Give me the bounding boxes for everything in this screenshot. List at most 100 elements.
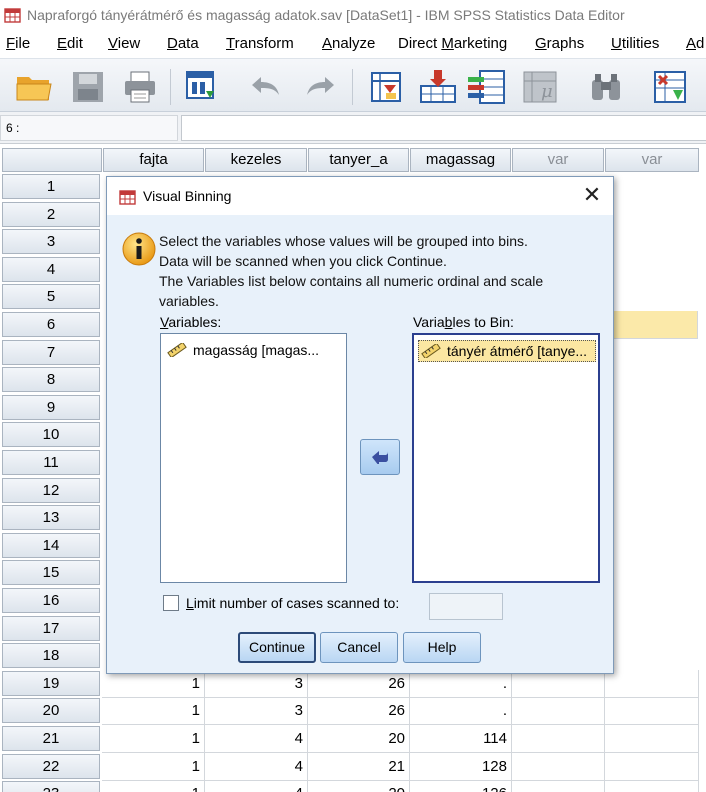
menu-file[interactable]: File [6,35,30,52]
row-header[interactable]: 11 [2,450,100,475]
cell-value-input[interactable] [181,115,706,141]
table-cell[interactable] [512,697,605,726]
selected-cell[interactable] [614,311,698,339]
run-descriptives-icon[interactable]: μ [520,67,560,107]
row-header[interactable]: 9 [2,394,100,420]
table-cell[interactable] [512,725,605,753]
close-icon[interactable]: ✕ [577,181,607,211]
table-cell[interactable]: 114 [410,725,512,753]
list-item[interactable]: tányér átmérő [tanye... [418,340,596,362]
row-header[interactable]: 20 [2,698,100,724]
list-item[interactable]: magasság [magas... [165,339,319,361]
move-variable-button[interactable] [360,439,400,475]
row-header[interactable]: 17 [2,615,100,641]
menu-transform-rest: ransform [234,35,294,52]
menu-analyze-mnemonic: A [322,35,333,52]
table-cell[interactable]: 1 [102,697,205,726]
menu-direct-marketing[interactable]: Direct Marketing [398,35,507,52]
row-header[interactable]: 16 [2,588,100,613]
table-cell[interactable]: 4 [205,725,308,753]
limit-label-rest: imit number of cases scanned to: [193,595,400,611]
scale-ruler-icon [421,344,441,358]
row-header[interactable]: 15 [2,560,100,586]
insert-cases-icon[interactable] [650,67,690,107]
table-cell[interactable]: 20 [308,780,410,792]
menu-add-ons[interactable]: Ad [686,35,704,52]
table-cell[interactable] [605,752,699,781]
cancel-button[interactable]: Cancel [320,632,398,663]
dialog-title-bar[interactable]: Visual Binning ✕ [107,177,613,215]
row-header[interactable]: 12 [2,477,100,503]
menu-edit[interactable]: Edit [57,35,83,52]
menu-data-rest: ata [177,35,199,52]
column-header-var[interactable]: var [512,148,604,172]
menu-transform[interactable]: Transform [226,35,294,52]
table-cell[interactable] [605,725,699,753]
row-header[interactable]: 1 [2,174,100,199]
row-header[interactable]: 7 [2,339,100,365]
menu-graphs[interactable]: Graphs [535,35,584,52]
variables-to-bin-listbox[interactable]: tányér átmérő [tanye... [412,333,600,583]
grid-corner[interactable] [2,148,102,172]
table-cell[interactable]: 1 [102,725,205,753]
save-icon[interactable] [68,67,108,107]
open-folder-icon[interactable] [14,67,54,107]
row-header[interactable]: 8 [2,367,100,393]
table-cell[interactable] [605,669,699,698]
row-header[interactable]: 18 [2,643,100,669]
find-binoculars-icon[interactable] [586,67,626,107]
table-cell[interactable]: 1 [102,752,205,781]
table-cell[interactable]: . [410,697,512,726]
go-to-case-icon[interactable] [366,67,406,107]
menu-data[interactable]: Data [167,35,199,52]
go-to-variable-icon[interactable] [418,67,458,107]
row-header[interactable]: 23 [2,781,100,792]
limit-cases-input[interactable] [429,593,503,620]
table-cell[interactable]: 1 [102,780,205,792]
variables-label-rest: ariables: [168,314,222,330]
recall-dialog-icon[interactable] [182,67,222,107]
table-cell[interactable]: 128 [410,752,512,781]
table-cell[interactable]: 4 [205,752,308,781]
table-cell[interactable] [605,697,699,726]
table-cell[interactable]: 3 [205,697,308,726]
continue-button[interactable]: Continue [238,632,316,663]
limit-cases-checkbox[interactable] [163,595,179,611]
variables-icon[interactable] [466,67,506,107]
column-header-kezeles[interactable]: kezeles [205,148,307,172]
table-cell[interactable]: 4 [205,780,308,792]
row-header[interactable]: 19 [2,670,100,696]
print-icon[interactable] [120,67,160,107]
row-header[interactable]: 5 [2,284,100,310]
variables-listbox[interactable]: magasság [magas... [160,333,347,583]
row-header[interactable]: 4 [2,256,100,282]
row-header[interactable]: 13 [2,505,100,531]
table-cell[interactable]: 20 [308,725,410,753]
column-header-tanyer-a[interactable]: tanyer_a [308,148,409,172]
table-cell[interactable] [605,780,699,792]
redo-icon[interactable] [300,67,340,107]
row-header[interactable]: 3 [2,229,100,255]
table-cell[interactable] [512,780,605,792]
row-header[interactable]: 10 [2,422,100,448]
row-header[interactable]: 21 [2,726,100,751]
row-header[interactable]: 14 [2,532,100,558]
row-header[interactable]: 22 [2,753,100,779]
column-header-magassag[interactable]: magassag [410,148,511,172]
table-cell[interactable]: 21 [308,752,410,781]
table-cell[interactable]: 26 [308,697,410,726]
menu-file-mnemonic: F [6,35,16,52]
menu-utilities[interactable]: Utilities [611,35,659,52]
row-header[interactable]: 6 [2,312,100,337]
menu-view[interactable]: View [108,35,140,52]
table-cell[interactable] [512,752,605,781]
help-button[interactable]: Help [403,632,481,663]
undo-icon[interactable] [246,67,286,107]
row-header[interactable]: 2 [2,201,100,227]
column-header-fajta[interactable]: fajta [103,148,204,172]
column-header-var[interactable]: var [605,148,699,172]
arrow-left-icon [370,448,390,467]
menu-analyze[interactable]: Analyze [322,35,375,52]
instruction-line: The Variables list below contains all nu… [159,273,544,289]
table-cell[interactable]: 126 [410,780,512,792]
